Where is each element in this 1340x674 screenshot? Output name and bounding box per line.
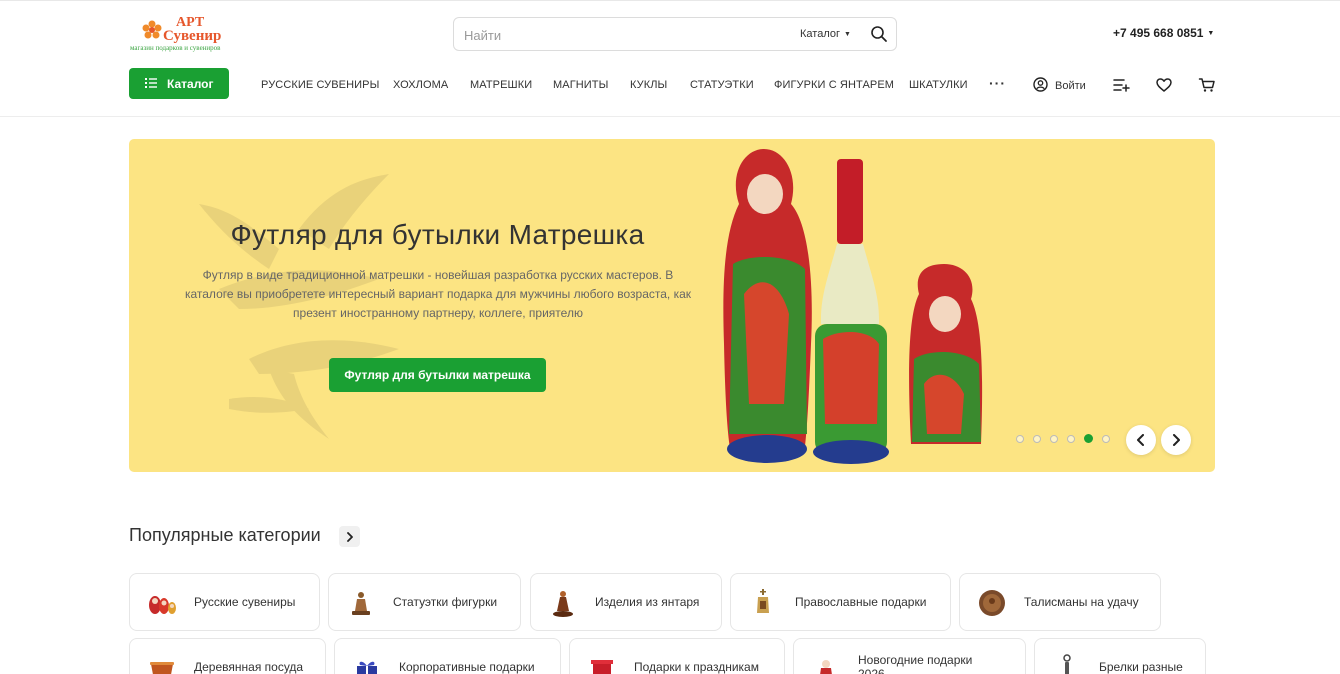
category-chip[interactable]: Новогодние подарки 2026	[793, 638, 1026, 674]
popular-categories-title: Популярные категории	[129, 525, 321, 545]
category-chip[interactable]: Талисманы на удачу	[959, 573, 1161, 631]
nav-statuettes[interactable]: СТАТУЭТКИ	[690, 79, 754, 91]
small-matryoshka-shape	[909, 264, 983, 444]
category-label: Подарки к праздникам	[634, 660, 759, 674]
slide-dot[interactable]	[1033, 435, 1041, 443]
search-scope-label: Каталог	[800, 28, 840, 40]
user-icon	[1033, 77, 1048, 92]
search-bar: Каталог ▼	[453, 17, 897, 51]
figurine-icon	[352, 592, 370, 615]
slide-dot[interactable]	[1016, 435, 1024, 443]
bottle-shape	[813, 159, 889, 464]
category-label: Православные подарки	[795, 595, 927, 609]
category-chip[interactable]: Русские сувениры	[129, 573, 320, 631]
hero-banner[interactable]: Футляр для бутылки Матрешка Футляр в вид…	[129, 139, 1215, 472]
banner-description: Футляр в виде традиционной матрешки - но…	[184, 268, 692, 320]
logo-tagline: магазин подарков и сувениров	[130, 44, 221, 52]
flower-logo-icon	[142, 20, 162, 39]
category-chip[interactable]: Деревянная посуда	[129, 638, 326, 674]
slider-prev-button[interactable]	[1126, 425, 1156, 455]
banner-title: Футляр для бутылки Матрешка	[230, 219, 645, 250]
nav-russian-souvenirs[interactable]: РУССКИЕ СУВЕНИРЫ	[261, 79, 379, 91]
chevron-left-icon	[1137, 434, 1144, 446]
search-icon[interactable]	[870, 25, 888, 43]
nav-dolls[interactable]: КУКЛЫ	[630, 79, 667, 91]
talisman-icon	[979, 590, 1005, 616]
holiday-gift-icon	[591, 660, 613, 674]
category-label: Корпоративные подарки	[399, 660, 535, 674]
category-chip[interactable]: Православные подарки	[730, 573, 951, 631]
caret-down-icon: ▼	[844, 31, 851, 38]
category-label: Деревянная посуда	[194, 660, 304, 674]
top-border	[0, 0, 1340, 1]
category-label: Брелки разные	[1099, 660, 1183, 674]
category-chip[interactable]: Подарки к праздникам	[569, 638, 785, 674]
login-label: Войти	[1055, 80, 1086, 92]
banner-cta-button[interactable]: Футляр для бутылки матрешка	[329, 358, 546, 392]
search-input[interactable]	[464, 25, 764, 45]
slide-dot[interactable]	[1067, 435, 1075, 443]
slide-dot-active[interactable]	[1084, 434, 1093, 443]
catalog-button[interactable]: Каталог	[129, 68, 229, 99]
caret-down-icon: ▼	[1207, 30, 1215, 37]
nav-khokhloma[interactable]: ХОХЛОМА	[393, 79, 448, 91]
nav-magnets[interactable]: МАГНИТЫ	[553, 79, 608, 91]
nav-boxes[interactable]: ШКАТУЛКИ	[909, 79, 968, 91]
chevron-right-icon	[1173, 434, 1180, 446]
search-scope-select[interactable]: Каталог ▼	[800, 28, 851, 40]
category-chip[interactable]: Статуэтки фигурки	[328, 573, 521, 631]
category-label: Русские сувениры	[194, 595, 296, 609]
category-label: Изделия из янтаря	[595, 595, 700, 609]
category-label: Новогодние подарки 2026	[858, 653, 973, 674]
matryoshka-icon	[149, 596, 176, 614]
category-chip[interactable]: Изделия из янтаря	[530, 573, 722, 631]
slide-dot[interactable]	[1050, 435, 1058, 443]
chevron-right-icon	[347, 532, 353, 542]
logo-line2: Сувенир	[163, 28, 222, 44]
category-label: Талисманы на удачу	[1024, 595, 1139, 609]
nav-more-button[interactable]: ···	[989, 75, 1006, 91]
header-divider	[0, 116, 1340, 117]
category-chip[interactable]: Брелки разные	[1034, 638, 1206, 674]
logo[interactable]: АРТ Сувенир магазин подарков и сувениров	[130, 14, 240, 56]
nav-amber-figurines[interactable]: ФИГУРКИ С ЯНТАРЕМ	[774, 79, 894, 91]
nav-matryoshkas[interactable]: МАТРЕШКИ	[470, 79, 532, 91]
heart-icon[interactable]	[1155, 76, 1173, 94]
wooden-dish-icon	[150, 662, 174, 674]
phone-number: +7 495 668 0851	[1113, 26, 1204, 40]
keychain-icon	[1063, 654, 1071, 674]
category-label: Статуэтки фигурки	[393, 595, 498, 609]
tall-matryoshka-shape	[723, 149, 812, 463]
compare-list-icon[interactable]	[1112, 76, 1130, 94]
list-icon	[145, 78, 157, 88]
slide-dot[interactable]	[1102, 435, 1110, 443]
matryoshka-bottle-case-image	[723, 149, 983, 464]
popular-categories-more-button[interactable]	[339, 526, 360, 547]
phone-dropdown[interactable]: +7 495 668 0851 ▼	[1113, 26, 1214, 40]
catalog-button-label: Каталог	[167, 77, 214, 91]
category-chip[interactable]: Корпоративные подарки	[334, 638, 561, 674]
slider-next-button[interactable]	[1161, 425, 1191, 455]
new-year-gift-icon	[820, 660, 832, 674]
orthodox-gift-icon	[757, 589, 769, 613]
corporate-gift-icon	[357, 661, 377, 674]
amber-item-icon	[553, 591, 573, 617]
cart-icon[interactable]	[1198, 76, 1216, 94]
